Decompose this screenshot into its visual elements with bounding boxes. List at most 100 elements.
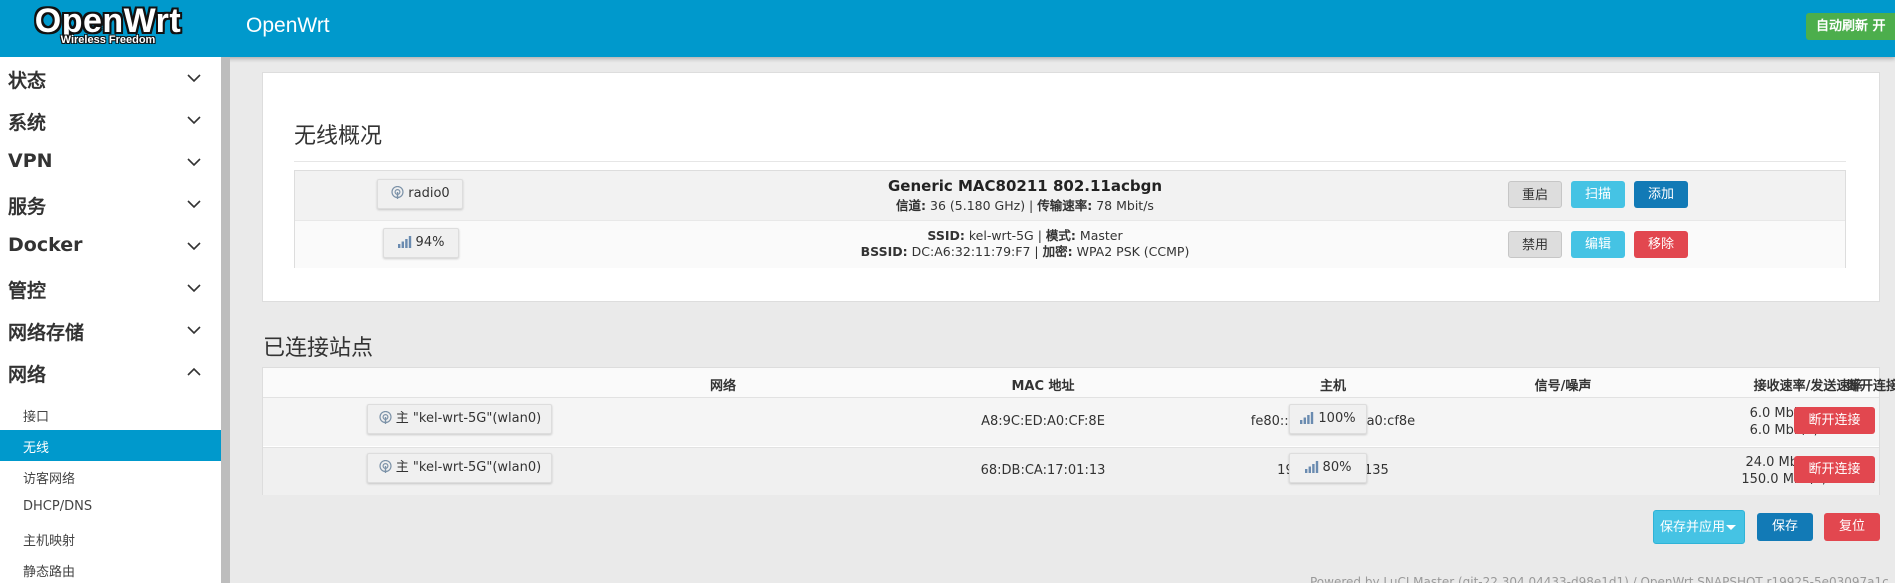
bssid-label: BSSID: — [860, 244, 908, 259]
chevron-down-icon — [187, 116, 201, 125]
mode-label: 模式: — [1045, 228, 1076, 243]
radio-info: Generic MAC80211 802.11acbgn 信道: 36 (5.1… — [845, 177, 1205, 214]
column-header-signal: 信号/噪声 — [1534, 379, 1592, 394]
sidebar-subitem-label: 主机映射 — [23, 534, 76, 549]
channel-value: 36 (5.180 GHz) — [930, 198, 1026, 213]
scan-button[interactable]: 扫描 — [1571, 181, 1625, 208]
station-signal: 80% — [1322, 460, 1352, 475]
remove-button[interactable]: 移除 — [1634, 231, 1688, 258]
sidebar-subitem-label: 静态路由 — [23, 565, 76, 580]
brand-title[interactable]: OpenWrt — [246, 14, 330, 38]
disconnect-button[interactable]: 断开连接 — [1794, 407, 1875, 434]
table-row: 主 "kel-wrt-5G"(wlan0) A8:9C:ED:A0:CF:8E … — [263, 398, 1879, 446]
signal-strength-icon — [1304, 461, 1318, 473]
radio-name: radio0 — [408, 186, 450, 201]
chevron-up-icon — [187, 367, 201, 376]
disable-button[interactable]: 禁用 — [1508, 231, 1562, 258]
channel-label: 信道: — [896, 198, 927, 213]
wireless-device-table: radio0 Generic MAC80211 802.11acbgn 信道: … — [294, 170, 1846, 268]
add-button[interactable]: 添加 — [1634, 181, 1688, 208]
mode-value: Master — [1079, 228, 1123, 243]
sidebar-item-services[interactable]: 服务 — [0, 183, 221, 225]
sidebar-item-status[interactable]: 状态 — [0, 57, 221, 99]
radio-row: radio0 Generic MAC80211 802.11acbgn 信道: … — [295, 171, 1845, 220]
sidebar-item-label: Docker — [8, 234, 83, 256]
station-mac: A8:9C:ED:A0:CF:8E — [981, 414, 1105, 429]
station-signal: 100% — [1318, 411, 1356, 426]
sidebar-item-label: 网络存储 — [8, 322, 85, 344]
sidebar-item-label: 网络 — [8, 364, 47, 386]
sidebar-item-nas[interactable]: 网络存储 — [0, 309, 221, 351]
signal-strength-icon — [1300, 412, 1314, 424]
station-network: 主 "kel-wrt-5G"(wlan0) — [395, 411, 542, 426]
signal-strength-icon — [397, 236, 411, 248]
sidebar-subitem-interfaces[interactable]: 接口 — [0, 399, 221, 430]
column-header-disconnect: 断开连接 — [1846, 379, 1895, 394]
ssid-label: SSID: — [927, 228, 965, 243]
stations-table: 网络 MAC 地址 主机 信号/噪声 接收速率/发送速率 断开连接 主 "kel… — [262, 367, 1895, 495]
bssid-value: DC:A6:32:11:79:F7 — [911, 244, 1031, 259]
station-network: 主 "kel-wrt-5G"(wlan0) — [395, 460, 542, 475]
openwrt-logo[interactable]: OpenWrt Wireless Freedom — [18, 4, 198, 52]
auto-refresh-button[interactable]: 自动刷新 开 — [1806, 13, 1895, 40]
wifi-radio-icon — [379, 411, 392, 424]
sidebar-subitem-label: DHCP/DNS — [23, 499, 93, 514]
encryption-label: 加密: — [1042, 244, 1073, 259]
sidebar-subitem-label: 访客网络 — [23, 472, 76, 487]
sidebar-item-label: 服务 — [8, 196, 47, 218]
restart-button[interactable]: 重启 — [1508, 181, 1562, 208]
wifi-radio-icon — [379, 460, 392, 473]
sidebar-item-label: VPN — [8, 150, 53, 172]
chevron-down-icon — [187, 158, 201, 167]
station-network-badge: 主 "kel-wrt-5G"(wlan0) — [367, 404, 552, 434]
sidebar-item-system[interactable]: 系统 — [0, 99, 221, 141]
sidebar-subitem-label: 接口 — [23, 410, 50, 425]
radio-details: 信道: 36 (5.180 GHz) | 传输速率: 78 Mbit/s — [896, 198, 1154, 213]
chevron-down-icon — [187, 74, 201, 83]
sidebar-subitem-dhcp-dns[interactable]: DHCP/DNS — [0, 492, 221, 523]
chevron-down-icon — [187, 326, 201, 335]
sidebar-item-control[interactable]: 管控 — [0, 267, 221, 309]
chevron-down-icon — [187, 284, 201, 293]
chevron-down-icon — [187, 200, 201, 209]
network-row: 94% SSID: kel-wrt-5G | 模式: Master BSSID:… — [295, 220, 1845, 268]
station-mac: 68:DB:CA:17:01:13 — [980, 463, 1106, 478]
station-network-badge: 主 "kel-wrt-5G"(wlan0) — [367, 453, 552, 483]
wifi-radio-icon — [391, 186, 404, 199]
sidebar-subitem-wireless[interactable]: 无线 — [0, 430, 221, 461]
sidebar-item-label: 系统 — [8, 112, 47, 134]
sidebar-item-label: 状态 — [8, 70, 47, 92]
table-row: 主 "kel-wrt-5G"(wlan0) 68:DB:CA:17:01:13 … — [263, 447, 1879, 495]
column-header-host: 主机 — [1319, 379, 1346, 394]
column-header-mac: MAC 地址 — [1011, 379, 1075, 394]
sidebar-subitem-static-routes[interactable]: 静态路由 — [0, 554, 221, 583]
footer-version: Powered by LuCI Master (git-22.304.04433… — [1310, 575, 1889, 583]
disconnect-button[interactable]: 断开连接 — [1794, 456, 1875, 483]
rate-label: 传输速率: — [1037, 198, 1093, 213]
divider — [294, 161, 1846, 162]
edit-button[interactable]: 编辑 — [1571, 231, 1625, 258]
chevron-down-icon — [187, 242, 201, 251]
column-header-network: 网络 — [709, 379, 736, 394]
radio-badge: radio0 — [377, 179, 463, 209]
encryption-value: WPA2 PSK (CCMP) — [1076, 244, 1190, 259]
radio-title: Generic MAC80211 802.11acbgn — [888, 177, 1162, 195]
sidebar-subitem-guest-network[interactable]: 访客网络 — [0, 461, 221, 492]
network-info: SSID: kel-wrt-5G | 模式: Master BSSID: DC:… — [815, 228, 1235, 260]
stations-title: 已连接站点 — [263, 336, 374, 361]
sidebar-item-network[interactable]: 网络 — [0, 351, 221, 393]
wireless-overview-title: 无线概况 — [294, 124, 383, 149]
reset-button[interactable]: 复位 — [1824, 513, 1880, 541]
sidebar-subitem-hostnames[interactable]: 主机映射 — [0, 523, 221, 554]
sidebar-subitem-label: 无线 — [23, 441, 50, 456]
save-button[interactable]: 保存 — [1757, 513, 1813, 541]
sidebar-item-vpn[interactable]: VPN — [0, 141, 221, 183]
signal-badge: 94% — [383, 228, 459, 258]
save-apply-label: 保存并应用 — [1660, 520, 1726, 535]
sidebar-item-docker[interactable]: Docker — [0, 225, 221, 267]
station-signal-badge: 80% — [1289, 453, 1367, 483]
sidebar-scrollbar[interactable] — [221, 57, 230, 583]
logo-main-text: OpenWrt — [34, 2, 182, 40]
dropdown-caret-icon[interactable] — [1726, 525, 1736, 530]
bssid-line: BSSID: DC:A6:32:11:79:F7 | 加密: WPA2 PSK … — [860, 244, 1190, 259]
